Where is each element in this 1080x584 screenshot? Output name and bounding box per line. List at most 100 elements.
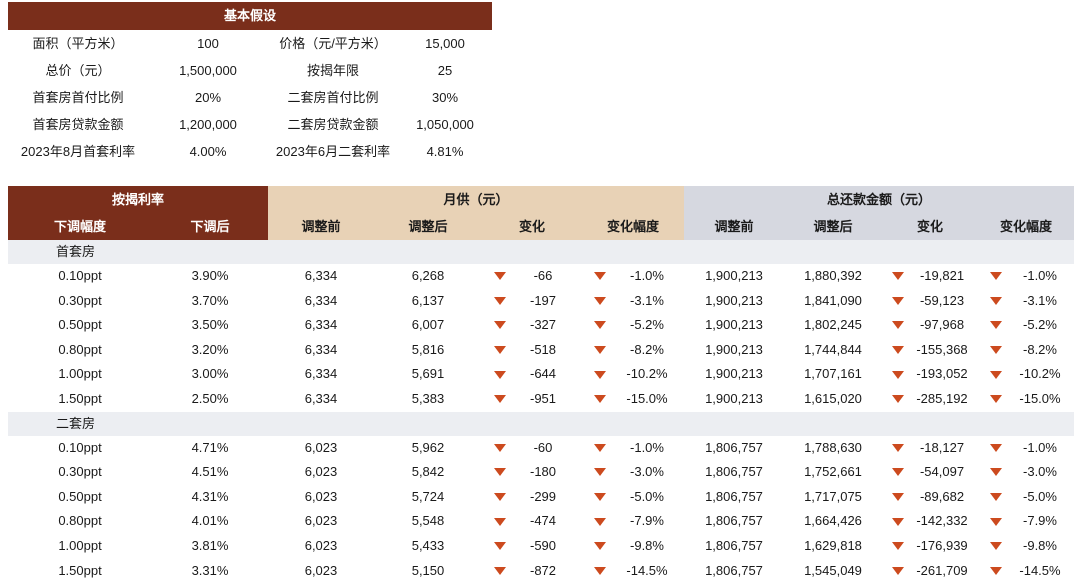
change-value: -7.9% bbox=[1023, 513, 1057, 529]
down-arrow-icon bbox=[594, 346, 606, 355]
change-value: -644 bbox=[529, 366, 557, 382]
table-cell: 3.31% bbox=[191, 562, 229, 578]
table-cell: 5,433 bbox=[411, 537, 445, 553]
table-cell: 5,383 bbox=[411, 390, 445, 406]
change-cell: -518 bbox=[482, 338, 582, 363]
table-cell: 5,724 bbox=[411, 488, 445, 504]
down-arrow-icon bbox=[892, 493, 904, 502]
change-cell: -327 bbox=[482, 313, 582, 338]
change-value: -1.0% bbox=[1023, 268, 1057, 283]
change-cell: -3.0% bbox=[978, 460, 1074, 485]
down-arrow-icon bbox=[494, 542, 506, 551]
down-arrow-icon bbox=[990, 272, 1002, 281]
change-cell: -3.1% bbox=[582, 289, 684, 314]
change-cell: -142,332 bbox=[882, 509, 978, 534]
change-cell: -3.0% bbox=[582, 460, 684, 485]
change-cell: -1.0% bbox=[978, 436, 1074, 461]
assumption-row: 总价（元） 1,500,000 按揭年限 25 bbox=[8, 57, 492, 84]
change-value: -5.2% bbox=[630, 317, 664, 333]
change-cell: -97,968 bbox=[882, 313, 978, 338]
table-cell: 6,007 bbox=[411, 317, 445, 333]
change-cell: -299 bbox=[482, 485, 582, 510]
section-row: 首套房 bbox=[8, 240, 1074, 264]
section-label: 首套房 bbox=[56, 244, 96, 259]
table-cell: 1,900,213 bbox=[705, 292, 763, 308]
table-cell: 1.00ppt bbox=[58, 366, 102, 382]
table-cell: 3.90% bbox=[191, 268, 229, 283]
table-cell: 1,880,392 bbox=[804, 268, 862, 283]
down-arrow-icon bbox=[990, 468, 1002, 477]
table-cell: 1,900,213 bbox=[705, 390, 763, 406]
change-value: -10.2% bbox=[626, 366, 668, 382]
change-value: -60 bbox=[533, 439, 553, 455]
change-value: -8.2% bbox=[1023, 341, 1057, 357]
down-arrow-icon bbox=[594, 321, 606, 330]
column-header: 下调后 bbox=[152, 214, 268, 240]
table-row: 0.10ppt 3.90% 6,334 6,268 -66 -1.0% 1,900,213 1… bbox=[8, 264, 1074, 289]
change-value: -89,682 bbox=[919, 488, 965, 504]
change-cell: -9.8% bbox=[582, 534, 684, 559]
table-cell: 6,023 bbox=[304, 537, 338, 553]
table-cell: 1,806,757 bbox=[705, 537, 763, 553]
table-cell: 5,548 bbox=[411, 513, 445, 529]
down-arrow-icon bbox=[494, 346, 506, 355]
change-cell: -15.0% bbox=[978, 387, 1074, 412]
change-cell: -5.0% bbox=[582, 485, 684, 510]
down-arrow-icon bbox=[892, 370, 904, 379]
table-cell: 4.71% bbox=[191, 439, 229, 455]
down-arrow-icon bbox=[494, 493, 506, 502]
table-row: 1.00ppt 3.81% 6,023 5,433 -590 -9.8% 1,806,757… bbox=[8, 534, 1074, 559]
table-cell: 4.31% bbox=[191, 488, 229, 504]
assumption-row: 面积（平方米） 100 价格（元/平方米） 15,000 bbox=[8, 30, 492, 57]
assumption-label: 面积（平方米） bbox=[32, 36, 124, 51]
table-row: 0.50ppt 4.31% 6,023 5,724 -299 -5.0% 1,806,757… bbox=[8, 485, 1074, 510]
change-cell: -60 bbox=[482, 436, 582, 461]
table-cell: 6,334 bbox=[304, 292, 338, 308]
table-cell: 1,664,426 bbox=[804, 513, 862, 529]
down-arrow-icon bbox=[494, 395, 506, 404]
down-arrow-icon bbox=[494, 370, 506, 379]
change-value: -8.2% bbox=[630, 341, 664, 357]
change-cell: -5.2% bbox=[582, 313, 684, 338]
table-cell: 5,150 bbox=[411, 562, 445, 578]
change-cell: -951 bbox=[482, 387, 582, 412]
down-arrow-icon bbox=[594, 443, 606, 452]
down-arrow-icon bbox=[892, 542, 904, 551]
table-cell: 0.10ppt bbox=[58, 268, 102, 283]
change-cell: -285,192 bbox=[882, 387, 978, 412]
table-cell: 1,629,818 bbox=[804, 537, 862, 553]
change-cell: -176,939 bbox=[882, 534, 978, 559]
change-value: -180 bbox=[529, 464, 557, 480]
change-cell: -474 bbox=[482, 509, 582, 534]
change-value: -872 bbox=[529, 562, 557, 578]
column-header: 调整后 bbox=[784, 214, 882, 240]
table-cell: 1,717,075 bbox=[804, 488, 862, 504]
column-header: 下调幅度 bbox=[8, 214, 152, 240]
table-cell: 6,137 bbox=[411, 292, 445, 308]
column-header: 变化 bbox=[882, 214, 978, 240]
change-cell: -180 bbox=[482, 460, 582, 485]
table-row: 0.80ppt 4.01% 6,023 5,548 -474 -7.9% 1,806,757… bbox=[8, 509, 1074, 534]
table-cell: 0.30ppt bbox=[58, 464, 102, 480]
down-arrow-icon bbox=[892, 296, 904, 305]
table-cell: 1,806,757 bbox=[705, 562, 763, 578]
down-arrow-icon bbox=[990, 296, 1002, 305]
change-value: -951 bbox=[529, 390, 557, 406]
table-row: 0.80ppt 3.20% 6,334 5,816 -518 -8.2% 1,900,213… bbox=[8, 338, 1074, 363]
down-arrow-icon bbox=[892, 517, 904, 526]
change-value: -299 bbox=[529, 488, 557, 504]
section-label: 二套房 bbox=[56, 415, 96, 431]
down-arrow-icon bbox=[990, 346, 1002, 355]
assumption-value: 20% bbox=[194, 90, 222, 105]
change-value: -14.5% bbox=[626, 562, 668, 578]
table-row: 1.50ppt 3.31% 6,023 5,150 -872 -14.5% 1,806,75… bbox=[8, 559, 1074, 584]
table-cell: 5,962 bbox=[411, 439, 445, 455]
table-cell: 1,615,020 bbox=[804, 390, 862, 406]
column-header: 变化幅度 bbox=[978, 214, 1074, 240]
change-cell: -5.2% bbox=[978, 313, 1074, 338]
change-cell: -1.0% bbox=[978, 264, 1074, 289]
table-cell: 1,806,757 bbox=[705, 439, 763, 455]
change-cell: -18,127 bbox=[882, 436, 978, 461]
assumption-label: 2023年6月二套利率 bbox=[275, 144, 391, 159]
down-arrow-icon bbox=[494, 321, 506, 330]
